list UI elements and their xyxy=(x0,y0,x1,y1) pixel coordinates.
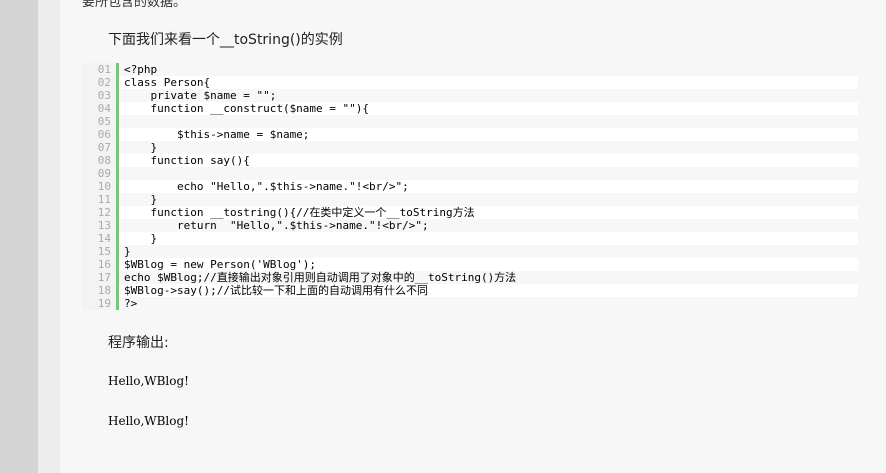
line-number: 19 xyxy=(82,297,116,310)
line-number: 08 xyxy=(82,154,116,167)
code-line: 02 class Person{ xyxy=(82,76,858,89)
line-number: 07 xyxy=(82,141,116,154)
line-number: 13 xyxy=(82,219,116,232)
code-line: 12 function __tostring(){//在类中定义一个__toSt… xyxy=(82,206,858,219)
cut-off-paragraph: 要所包含的数据。 xyxy=(82,0,187,10)
line-number: 06 xyxy=(82,128,116,141)
line-number: 01 xyxy=(82,63,116,76)
code-line: 03 private $name = ""; xyxy=(82,89,858,102)
code-line: 10 echo "Hello,".$this->name."!<br/>"; xyxy=(82,180,858,193)
output-line: Hello,WBlog! xyxy=(108,414,189,428)
code-text: echo "Hello,".$this->name."!<br/>"; xyxy=(119,180,858,193)
code-line: 08 function say(){ xyxy=(82,154,858,167)
output-label: 程序输出: xyxy=(108,335,169,351)
code-line: 06 $this->name = $name; xyxy=(82,128,858,141)
code-text: return "Hello,".$this->name."!<br/>"; xyxy=(119,219,858,232)
code-text: <?php xyxy=(119,63,858,76)
code-line: 15} xyxy=(82,245,858,258)
code-text: echo $WBlog;//直接输出对象引用则自动调用了对象中的__toStri… xyxy=(119,271,858,284)
line-number: 02 xyxy=(82,76,116,89)
code-line: 09 xyxy=(82,167,858,180)
code-line: 13 return "Hello,".$this->name."!<br/>"; xyxy=(82,219,858,232)
left-scroll-rail xyxy=(0,0,38,473)
code-line: 19 ?> xyxy=(82,297,858,310)
line-number: 14 xyxy=(82,232,116,245)
code-line: 04 function __construct($name = ""){ xyxy=(82,102,858,115)
line-number: 09 xyxy=(82,167,116,180)
line-number: 03 xyxy=(82,89,116,102)
line-number: 16 xyxy=(82,258,116,271)
code-line: 05 xyxy=(82,115,858,128)
code-text: } xyxy=(119,232,858,245)
intro-paragraph: 下面我们来看一个__toString()的实例 xyxy=(108,32,343,48)
code-text: $WBlog->say();//试比较一下和上面的自动调用有什么不同 xyxy=(119,284,858,297)
code-text: } xyxy=(119,245,858,258)
code-line: 14 } xyxy=(82,232,858,245)
code-text: } xyxy=(119,193,858,206)
line-number: 15 xyxy=(82,245,116,258)
code-text: function __construct($name = ""){ xyxy=(119,102,858,115)
line-number: 10 xyxy=(82,180,116,193)
code-text xyxy=(119,167,858,180)
line-number: 18 xyxy=(82,284,116,297)
code-text: private $name = ""; xyxy=(119,89,858,102)
line-number: 17 xyxy=(82,271,116,284)
line-number: 12 xyxy=(82,206,116,219)
code-text: function say(){ xyxy=(119,154,858,167)
code-text: $this->name = $name; xyxy=(119,128,858,141)
code-line: 17 echo $WBlog;//直接输出对象引用则自动调用了对象中的__toSt… xyxy=(82,271,858,284)
code-text: ?> xyxy=(119,297,858,310)
code-text: } xyxy=(119,141,858,154)
code-block: 01 <?php 02 class Person{ 03 private $name… xyxy=(82,63,858,310)
code-line: 01 <?php xyxy=(82,63,858,76)
code-line: 16 $WBlog = new Person('WBlog'); xyxy=(82,258,858,271)
code-text: function __tostring(){//在类中定义一个__toStrin… xyxy=(119,206,858,219)
line-number: 05 xyxy=(82,115,116,128)
code-line: 18 $WBlog->say();//试比较一下和上面的自动调用有什么不同 xyxy=(82,284,858,297)
code-line: 07 } xyxy=(82,141,858,154)
code-text xyxy=(119,115,858,128)
code-line: 11 } xyxy=(82,193,858,206)
output-line: Hello,WBlog! xyxy=(108,374,189,388)
line-number: 04 xyxy=(82,102,116,115)
code-text: class Person{ xyxy=(119,76,858,89)
line-number: 11 xyxy=(82,193,116,206)
code-text: $WBlog = new Person('WBlog'); xyxy=(119,258,858,271)
